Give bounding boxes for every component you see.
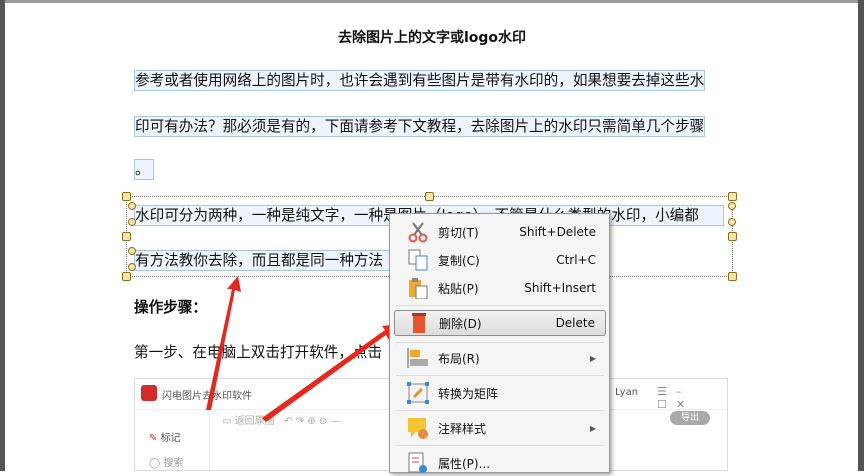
layout-icon <box>406 346 430 370</box>
trash-icon <box>407 311 431 335</box>
submenu-arrow-icon: ▶ <box>589 353 596 363</box>
submenu-arrow-icon: ▶ <box>589 423 596 433</box>
paste-icon <box>406 276 430 300</box>
menu-item-properties[interactable]: 属性(P)... <box>394 450 606 476</box>
properties-icon <box>406 451 430 475</box>
menu-item-convert-to-matrix[interactable]: 转换为矩阵 <box>394 380 606 406</box>
menu-item-paste[interactable]: 粘贴(P) Shift+Insert <box>394 275 606 301</box>
menu-item-copy[interactable]: 复制(C) Ctrl+C <box>394 247 606 273</box>
menu-item-cut[interactable]: 剪切(T) Shift+Delete <box>394 219 606 245</box>
annotation-style-icon <box>406 416 430 440</box>
red-arrow <box>206 276 400 422</box>
menu-item-annotation-style[interactable]: 注释样式 ▶ <box>394 415 606 441</box>
menu-item-delete[interactable]: 删除(D) Delete <box>394 310 606 336</box>
convert-icon <box>406 381 430 405</box>
context-menu: 剪切(T) Shift+Delete 复制(C) Ctrl+C 粘贴(P) Sh… <box>389 213 610 473</box>
copy-icon <box>406 248 430 272</box>
scissors-icon <box>406 220 430 244</box>
menu-item-layout[interactable]: 布局(R) ▶ <box>394 345 606 371</box>
